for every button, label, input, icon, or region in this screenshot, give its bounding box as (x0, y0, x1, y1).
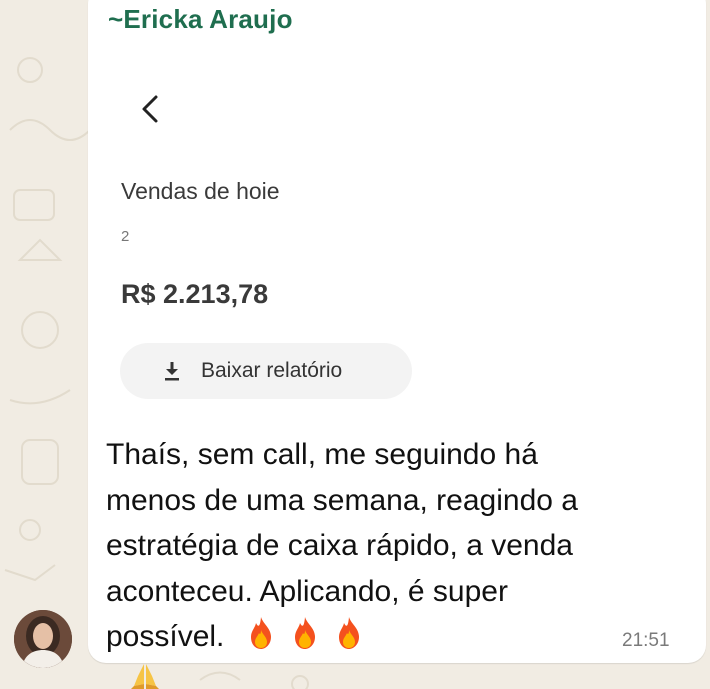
sender-avatar[interactable] (14, 610, 72, 668)
download-icon (165, 362, 179, 381)
message-line: Thaís, sem call, me seguindo há (106, 438, 538, 471)
download-report-button: Baixar relatório (120, 343, 412, 399)
fire-icon (295, 617, 316, 649)
message-line: possível. (106, 620, 225, 653)
message-line: estratégia de caixa rápido, a venda (106, 529, 573, 562)
chevron-left-icon (142, 95, 158, 123)
sales-title: Vendas de hoie (121, 178, 280, 204)
fire-icon (251, 617, 272, 649)
sender-name[interactable]: ~Ericka Araujo (108, 4, 293, 35)
message-last-line: possível. (106, 614, 666, 660)
message-line: aconteceu. Aplicando, é super (106, 574, 508, 608)
avatar-photo-icon (14, 610, 72, 668)
sales-amount: R$ 2.213,78 (121, 279, 269, 309)
message-timestamp: 21:51 (622, 630, 670, 651)
sales-count: 2 (121, 228, 130, 245)
message-text: Thaís, sem call, me seguindo há menos de… (106, 432, 666, 660)
fire-emoji-group (232, 617, 364, 653)
download-report-label: Baixar relatório (201, 359, 343, 382)
message-line: menos de uma semana, reagindo a (106, 483, 578, 517)
fire-icon (339, 617, 360, 649)
praying-hands-icon[interactable] (126, 662, 164, 689)
